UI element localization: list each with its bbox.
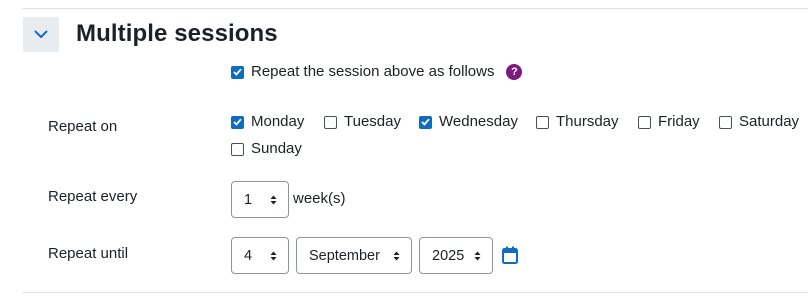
tuesday-checkbox[interactable]: [324, 115, 337, 129]
day-option-friday: Friday: [638, 112, 700, 132]
sunday-checkbox[interactable]: [231, 142, 244, 156]
friday-label[interactable]: Friday: [658, 112, 700, 132]
monday-label[interactable]: Monday: [251, 112, 304, 132]
friday-checkbox[interactable]: [638, 115, 651, 129]
calendar-icon[interactable]: [502, 246, 518, 264]
repeat-until-day-value: 4: [244, 247, 253, 264]
section-title: Multiple sessions: [76, 20, 278, 47]
select-caret-icon: [270, 195, 277, 204]
repeat-every-select[interactable]: 1: [231, 181, 289, 218]
wednesday-label[interactable]: Wednesday: [439, 112, 518, 132]
section-bottom-divider: [22, 292, 808, 293]
thursday-checkbox[interactable]: [536, 115, 549, 129]
repeat-session-row: Repeat the session above as follows ?: [231, 62, 523, 82]
question-circle-icon[interactable]: ?: [506, 64, 523, 80]
repeat-until-label: Repeat until: [48, 245, 129, 262]
day-option-sunday: Sunday: [231, 139, 302, 159]
chevron-down-icon: [34, 30, 48, 38]
repeat-session-checkbox[interactable]: [231, 65, 244, 79]
wednesday-checkbox[interactable]: [419, 115, 432, 129]
monday-checkbox[interactable]: [231, 115, 244, 129]
repeat-until-year-value: 2025: [432, 247, 465, 264]
repeat-every-label: Repeat every: [48, 188, 138, 205]
section-top-divider: [22, 8, 808, 9]
sunday-label[interactable]: Sunday: [251, 139, 302, 159]
select-caret-icon: [474, 251, 481, 260]
select-caret-icon: [393, 251, 400, 260]
day-option-thursday: Thursday: [536, 112, 619, 132]
repeat-session-label[interactable]: Repeat the session above as follows: [251, 62, 494, 82]
repeat-every-unit: week(s): [293, 190, 346, 207]
repeat-until-month-select[interactable]: September: [296, 237, 412, 274]
day-option-wednesday: Wednesday: [419, 112, 518, 132]
saturday-label[interactable]: Saturday: [739, 112, 799, 132]
repeat-until-year-select[interactable]: 2025: [419, 237, 493, 274]
repeat-on-label: Repeat on: [48, 118, 118, 135]
tuesday-label[interactable]: Tuesday: [344, 112, 401, 132]
day-option-monday: Monday: [231, 112, 304, 132]
repeat-until-day-select[interactable]: 4: [231, 237, 289, 274]
saturday-checkbox[interactable]: [719, 115, 732, 129]
select-caret-icon: [270, 251, 277, 260]
repeat-until-month-value: September: [309, 247, 380, 264]
day-option-tuesday: Tuesday: [324, 112, 401, 132]
collapse-section-button[interactable]: [23, 17, 59, 52]
thursday-label[interactable]: Thursday: [556, 112, 619, 132]
day-option-saturday: Saturday: [719, 112, 799, 132]
repeat-every-value: 1: [244, 191, 253, 208]
